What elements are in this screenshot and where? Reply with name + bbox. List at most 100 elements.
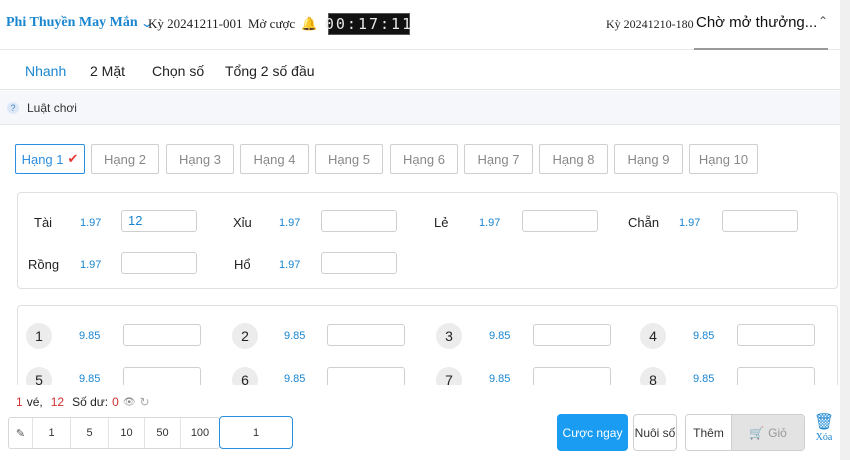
odds-number-2: 9.85 — [284, 330, 306, 342]
odds-number-7: 9.85 — [489, 373, 511, 385]
countdown-timer: 00:17:11 — [324, 13, 414, 35]
cart-label: Giỏ — [768, 425, 787, 440]
tab-2-mat[interactable]: 2 Mặt — [90, 63, 125, 79]
rank-button-9[interactable]: Hạng 9 — [614, 144, 683, 174]
bet-label-xiu: Xỉu — [233, 215, 252, 230]
chip-100[interactable]: 100 — [181, 418, 219, 448]
chip-5[interactable]: 5 — [71, 418, 109, 448]
ticket-count-label: vé, — [26, 395, 43, 409]
rank-button-6[interactable]: Hạng 6 — [390, 144, 458, 174]
bet-label-ho: Hổ — [234, 257, 251, 272]
bet-amount-input[interactable]: 1 — [219, 416, 293, 449]
cart-icon: 🛒 — [749, 425, 765, 440]
odds-rong: 1.97 — [80, 259, 102, 271]
odds-number-6: 9.85 — [284, 373, 306, 385]
edit-icon[interactable]: ✎ — [9, 418, 33, 448]
total-amount: 12 — [50, 395, 65, 409]
bet-options-panel: Tài 1.97 12 Xỉu 1.97 Lẻ 1.97 Chẵn 1.97 R… — [17, 192, 838, 289]
bet-input-tai[interactable]: 12 — [121, 210, 197, 232]
delete-button[interactable]: 🗑 Xóa — [812, 414, 836, 450]
odds-le: 1.97 — [479, 217, 501, 229]
draw-status: Chờ mở thưởng... — [696, 14, 818, 31]
tab-nhanh[interactable]: Nhanh — [25, 63, 66, 79]
rules-label: Luật chơi — [27, 100, 77, 115]
bet-input-chan[interactable] — [722, 210, 798, 232]
number-ball-2: 2 — [232, 323, 258, 349]
eye-icon[interactable]: 👁 — [123, 397, 136, 408]
bet-label-le: Lẻ — [434, 215, 449, 230]
rank-button-2[interactable]: Hạng 2 — [91, 144, 159, 174]
bet-input-number-1[interactable] — [123, 324, 201, 346]
bet-input-le[interactable] — [522, 210, 598, 232]
tab-chon-so[interactable]: Chọn số — [152, 63, 204, 79]
number-ball-6: 6 — [232, 367, 258, 385]
cart-group: Thêm 🛒 Giỏ — [685, 414, 805, 451]
bet-label-chan: Chẵn — [628, 215, 660, 230]
bet-input-rong[interactable] — [121, 252, 197, 274]
odds-number-1: 9.85 — [79, 330, 101, 342]
add-to-cart-button[interactable]: Thêm — [686, 415, 732, 450]
check-icon: ✔ — [67, 151, 79, 166]
odds-tai: 1.97 — [80, 217, 102, 229]
bet-input-xiu[interactable] — [321, 210, 397, 232]
number-bet-panel: 1 9.85 2 9.85 3 9.85 4 9.85 5 9.85 6 9.8… — [17, 305, 838, 385]
number-ball-8: 8 — [640, 367, 666, 385]
bet-summary: 1 vé, 12 Số dư: 0 👁 ↻ — [16, 395, 150, 409]
chip-selector: ✎ 1 5 10 50 100 — [8, 417, 220, 449]
nuoi-so-button[interactable]: Nuôi số — [633, 414, 677, 451]
rank-button-10[interactable]: Hạng 10 — [689, 144, 758, 174]
chip-10[interactable]: 10 — [109, 418, 145, 448]
bet-label-rong: Rồng — [28, 257, 60, 272]
open-label: Mở cược — [248, 16, 296, 31]
bell-icon: 🔔 — [301, 16, 318, 31]
odds-number-4: 9.85 — [693, 330, 715, 342]
current-period: Kỳ 20241211-001 — [148, 16, 243, 31]
rank-button-5[interactable]: Hạng 5 — [315, 144, 383, 174]
bet-input-number-6[interactable] — [327, 367, 405, 385]
previous-period: Kỳ 20241210-180 — [606, 17, 694, 31]
cart-button[interactable]: 🛒 Giỏ — [732, 415, 804, 450]
draw-status-underline — [694, 48, 828, 50]
ticket-count: 1 — [16, 395, 23, 409]
trash-icon: 🗑 — [813, 414, 835, 431]
rank-button-3[interactable]: Hạng 3 — [166, 144, 234, 174]
bet-input-ho[interactable] — [321, 252, 397, 274]
rank-button-1[interactable]: Hạng 1 ✔ — [15, 144, 85, 174]
bet-input-number-4[interactable] — [737, 324, 815, 346]
question-icon: ? — [7, 101, 19, 114]
bet-input-number-7[interactable] — [533, 367, 611, 385]
number-ball-4: 4 — [640, 323, 666, 349]
tab-tong-2-so-dau[interactable]: Tổng 2 số đầu — [225, 63, 315, 79]
refresh-icon[interactable]: ↻ — [140, 395, 150, 409]
balance-value: 0 — [112, 395, 119, 409]
delete-label: Xóa — [815, 432, 833, 443]
odds-xiu: 1.97 — [279, 217, 301, 229]
odds-ho: 1.97 — [279, 259, 301, 271]
chevron-up-icon[interactable]: ⌃ — [818, 14, 828, 28]
play-mode-tabs: Nhanh 2 Mặt Chọn số Tổng 2 số đầu — [0, 52, 850, 90]
number-ball-1: 1 — [26, 323, 52, 349]
rank-button-7[interactable]: Hạng 7 — [464, 144, 533, 174]
number-ball-7: 7 — [436, 367, 462, 385]
bet-input-number-2[interactable] — [327, 324, 405, 346]
odds-chan: 1.97 — [679, 217, 701, 229]
rules-bar[interactable]: ? Luật chơi — [0, 91, 850, 125]
number-ball-3: 3 — [436, 323, 462, 349]
chip-50[interactable]: 50 — [145, 418, 181, 448]
bet-input-number-3[interactable] — [533, 324, 611, 346]
game-name: Phi Thuyền May Mắn — [6, 15, 138, 30]
bet-now-button[interactable]: Cược ngay — [557, 414, 628, 451]
number-ball-5: 5 — [26, 367, 52, 385]
scrollbar[interactable] — [840, 0, 850, 460]
balance-label: Số dư: — [72, 395, 109, 409]
odds-number-8: 9.85 — [693, 373, 715, 385]
header-bar: Phi Thuyền May Mắn ⌄ Kỳ 20241211-001 Mở … — [0, 0, 850, 50]
odds-number-5: 9.85 — [79, 373, 101, 385]
open-status: Mở cược 🔔 — [248, 16, 317, 32]
game-selector[interactable]: Phi Thuyền May Mắn ⌄ — [6, 15, 154, 31]
rank-button-8[interactable]: Hạng 8 — [539, 144, 608, 174]
bet-input-number-5[interactable] — [123, 367, 201, 385]
chip-1[interactable]: 1 — [33, 418, 71, 448]
rank-button-4[interactable]: Hạng 4 — [240, 144, 309, 174]
bet-input-number-8[interactable] — [737, 367, 815, 385]
